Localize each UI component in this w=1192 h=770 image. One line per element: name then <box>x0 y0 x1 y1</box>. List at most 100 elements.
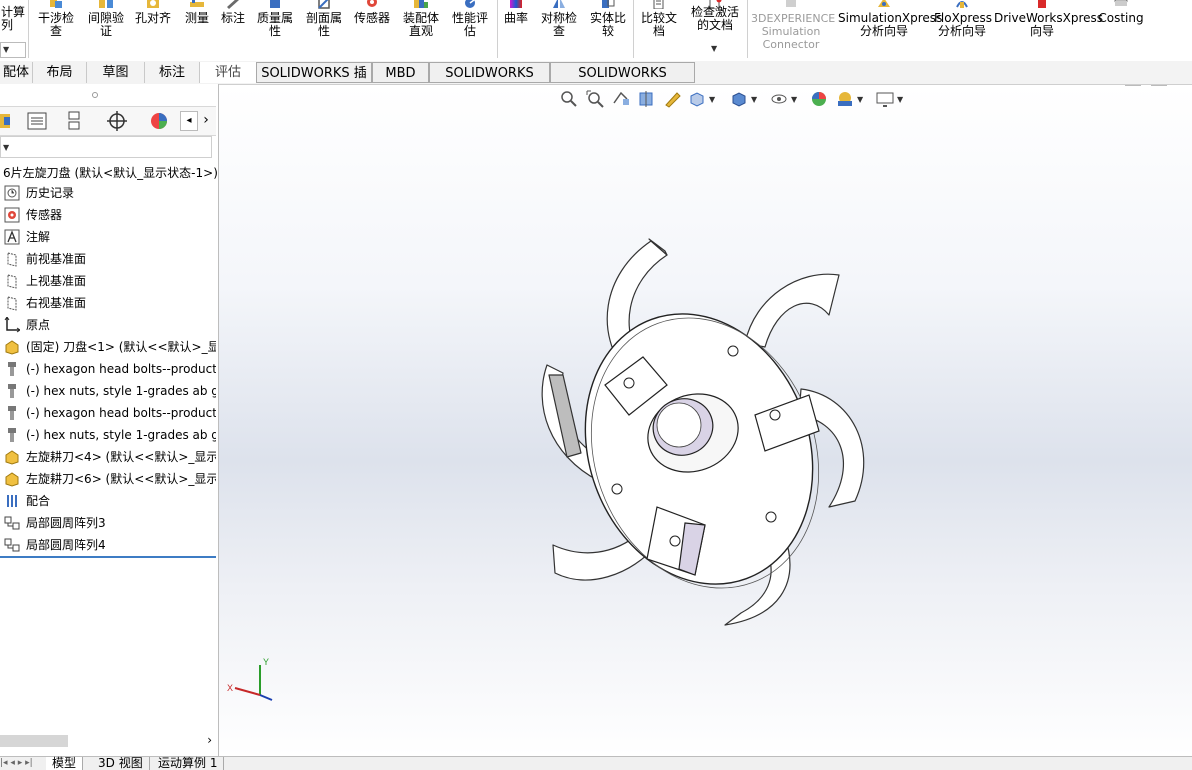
section-view-icon[interactable] <box>637 89 657 109</box>
tree-item-label: 局部圆周阵列4 <box>26 538 106 552</box>
configuration-manager-tab-icon[interactable] <box>62 110 88 132</box>
simulationxpress-button[interactable]: SimulationXpress 分析向导 <box>838 0 942 60</box>
tree-item-right-plane[interactable]: 右视基准面 <box>0 292 216 314</box>
display-manager-tab-icon[interactable] <box>146 110 172 132</box>
symmetry-check-label: 对称检查 <box>540 11 577 38</box>
tree-root[interactable]: 6片左旋刀盘 (默认<默认_显示状态-1>) <box>3 164 218 181</box>
tab-model[interactable]: 模型 <box>46 757 84 770</box>
tree-item-bolt-1[interactable]: (-) hexagon head bolts--product <box>0 358 216 380</box>
bolt-head <box>727 345 739 357</box>
display-style-icon[interactable] <box>729 89 749 109</box>
tab-mbd[interactable]: MBD <box>372 62 429 83</box>
tab-label: 布局 <box>46 65 73 80</box>
rotary-cutter-model[interactable] <box>509 225 889 645</box>
floxpress-button[interactable]: FloXpress 分析向导 <box>934 0 992 60</box>
tree-item-label: 前视基准面 <box>26 252 87 266</box>
tree-item-origin[interactable]: 原点 <box>0 314 216 336</box>
measure-button[interactable]: 测量 <box>180 0 214 60</box>
tab-solidworks-addins[interactable]: SOLIDWORKS 插件 <box>256 62 372 102</box>
tab-motion-study-1[interactable]: 运动算例 1 <box>152 757 225 770</box>
tab-evaluate[interactable]: 评估 <box>200 62 256 83</box>
mass-properties-button[interactable]: 质量属性 <box>253 0 297 60</box>
section-properties-button[interactable]: 剖面属性 <box>302 0 346 60</box>
tree-item-history[interactable]: 历史记录 <box>0 182 216 204</box>
sensor-button[interactable]: 传感器 <box>350 0 394 60</box>
apply-scene-icon[interactable] <box>835 89 855 109</box>
edit-appearance-icon[interactable] <box>809 89 829 109</box>
symmetry-check-button[interactable]: 对称检查 <box>537 0 581 60</box>
chevron-down-icon[interactable]: ▼ <box>791 95 797 104</box>
tree-item-nut-1[interactable]: (-) hex nuts, style 1-grades ab gb <box>0 380 216 402</box>
property-manager-tab-icon[interactable] <box>24 110 50 132</box>
tab-label: 标注 <box>158 65 185 80</box>
view-settings-icon[interactable] <box>875 89 895 109</box>
view-orientation-icon[interactable] <box>687 89 707 109</box>
tab-markup[interactable]: 标注 <box>145 62 200 83</box>
tab-assembly[interactable]: 配体 <box>0 62 33 83</box>
tree-item-cutter-disc[interactable]: (固定) 刀盘<1> (默认<<默认>_显示 <box>0 336 216 358</box>
chevron-down-icon[interactable]: ▼ <box>897 95 903 104</box>
chevron-down-icon[interactable]: ▼ <box>709 95 715 104</box>
maximize-view-icon[interactable] <box>1151 85 1167 86</box>
interference-check-label: 干涉检查 <box>37 11 74 38</box>
costing-icon <box>1114 0 1128 6</box>
rollback-bar[interactable] <box>0 556 216 558</box>
previous-view-icon[interactable] <box>611 89 631 109</box>
clearance-verify-button[interactable]: 间隙验证 <box>84 0 128 60</box>
performance-evaluation-button[interactable]: 性能评估 <box>448 0 492 60</box>
coordinate-triad: Y X <box>227 657 273 701</box>
check-active-document-button[interactable]: 检查激活的文档 ▼ <box>686 0 744 60</box>
tab-solidworks-cam[interactable]: SOLIDWORKS CAM <box>429 62 550 102</box>
tree-item-front-plane[interactable]: 前视基准面 <box>0 248 216 270</box>
tab-label: MBD <box>385 66 416 81</box>
tab-solidworks-inspection[interactable]: SOLIDWORKS Inspection <box>550 62 695 102</box>
chevron-right-icon[interactable]: › <box>207 733 212 747</box>
costing-button[interactable]: Costing <box>1096 0 1146 60</box>
ribbon-partial-line1: 计算 <box>1 5 26 19</box>
tree-filter-box[interactable]: ▼ <box>0 136 212 158</box>
panel-resize-handle[interactable] <box>92 92 98 98</box>
horizontal-scrollbar[interactable]: › <box>0 733 216 748</box>
markup-button[interactable]: 标注 <box>217 0 249 60</box>
tree-item-nut-2[interactable]: (-) hex nuts, style 1-grades ab gb <box>0 424 216 446</box>
tab-layout[interactable]: 布局 <box>33 62 87 83</box>
tree-item-blade-6[interactable]: 左旋耕刀<6> (默认<<默认>_显示状 <box>0 468 216 490</box>
chevron-down-icon[interactable]: ▼ <box>857 95 863 104</box>
restore-view-icon[interactable] <box>1125 85 1141 86</box>
zoom-to-fit-icon[interactable] <box>559 89 579 109</box>
ribbon-dropdown[interactable]: ▼ <box>0 42 26 58</box>
tree-item-label: (-) hex nuts, style 1-grades ab gb <box>26 384 216 398</box>
chevron-left-icon[interactable]: ◂ <box>180 111 198 131</box>
assembly-visualization-button[interactable]: 装配体直观 <box>399 0 443 60</box>
tree-item-circular-pattern-3[interactable]: 局部圆周阵列3 <box>0 512 216 534</box>
scrollbar-thumb[interactable] <box>0 735 68 747</box>
tree-item-blade-4[interactable]: 左旋耕刀<4> (默认<<默认>_显示状 <box>0 446 216 468</box>
curvature-button[interactable]: 曲率 <box>500 0 532 60</box>
tree-item-top-plane[interactable]: 上视基准面 <box>0 270 216 292</box>
hole-alignment-button[interactable]: 孔对齐 <box>132 0 174 60</box>
tab-scroll-arrows[interactable]: |◂ ◂ ▸ ▸| <box>0 757 44 770</box>
plane-icon <box>7 296 17 311</box>
body-compare-button[interactable]: 实体比较 <box>586 0 630 60</box>
feature-tree-tab-icon[interactable] <box>0 110 26 132</box>
tree-item-sensors[interactable]: 传感器 <box>0 204 216 226</box>
dynamic-annotation-views-icon[interactable] <box>663 89 683 109</box>
tree-item-mates[interactable]: 配合 <box>0 490 216 512</box>
hub-bore-inner <box>656 402 702 448</box>
curvature-icon <box>510 0 522 8</box>
hide-show-items-icon[interactable] <box>769 89 789 109</box>
tab-sketch[interactable]: 草图 <box>87 62 145 83</box>
compare-documents-button[interactable]: 比较文档 <box>637 0 681 60</box>
tree-item-circular-pattern-4[interactable]: 局部圆周阵列4 <box>0 534 216 556</box>
tree-item-bolt-2[interactable]: (-) hexagon head bolts--product <box>0 402 216 424</box>
tab-3d-views[interactable]: 3D 视图 <box>92 757 150 770</box>
3dexperience-connector-button: 3DEXPERIENCE Simulation Connector <box>751 0 835 60</box>
zoom-to-area-icon[interactable] <box>585 89 605 109</box>
dimxpert-tab-icon[interactable] <box>104 110 130 132</box>
interference-check-button[interactable]: 干涉检查 <box>34 0 78 60</box>
driveworksxpress-button[interactable]: DriveWorksXpress 向导 <box>994 0 1103 60</box>
chevron-down-icon[interactable]: ▼ <box>751 95 757 104</box>
chevron-right-icon[interactable]: › <box>198 111 214 129</box>
graphics-viewport[interactable]: ▼ ▼ ▼ ▼ ▼ Y X <box>219 85 1192 756</box>
tree-item-annotations[interactable]: 注解 <box>0 226 216 248</box>
